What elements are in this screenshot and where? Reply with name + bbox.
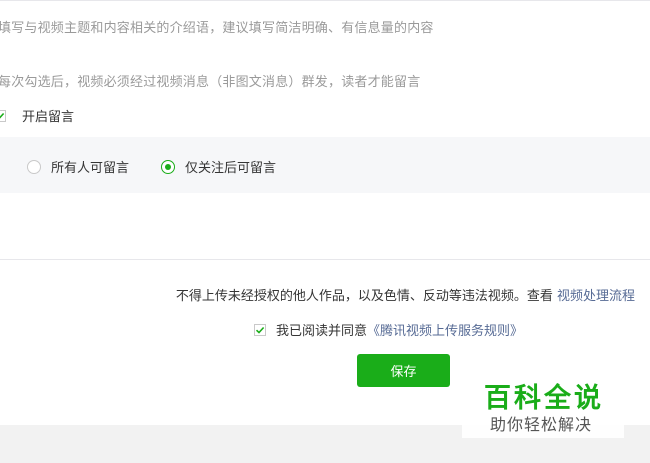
copyright-notice: 不得上传未经授权的他人作品，以及色情、反动等违法视频。查看 视频处理流程: [176, 285, 635, 304]
agreement-checkbox[interactable]: 我已阅读并同意《腾讯视频上传服务规则》: [254, 320, 523, 339]
save-button[interactable]: 保存: [357, 354, 450, 387]
watermark-logo: 百科全说 助你轻松解决: [462, 368, 624, 438]
radio-followers-comment[interactable]: 仅关注后可留言: [161, 157, 276, 176]
check-icon[interactable]: [254, 323, 266, 336]
radio-everyone-label: 所有人可留言: [51, 161, 130, 176]
top-border: [0, 0, 650, 1]
agreement-text: 我已阅读并同意: [276, 324, 368, 339]
comment-scope-panel: 所有人可留言 仅关注后可留言: [0, 137, 650, 193]
enable-comment-label: 开启留言: [22, 110, 75, 125]
check-icon[interactable]: [0, 109, 6, 122]
radio-followers-label: 仅关注后可留言: [185, 161, 277, 176]
radio-selected-icon[interactable]: [161, 159, 175, 174]
section-divider: [0, 259, 650, 260]
watermark-title: 百科全说: [484, 383, 604, 414]
radio-everyone-comment[interactable]: 所有人可留言: [27, 157, 129, 176]
intro-hint: 填写与视频主题和内容相关的介绍语，建议填写简洁明确、有信息量的内容: [0, 21, 434, 36]
mass-send-hint: 每次勾选后，视频必须经过视频消息（非图文消息）群发，读者才能留言: [0, 75, 421, 90]
radio-empty-icon[interactable]: [27, 159, 41, 174]
watermark-subtitle: 助你轻松解决: [490, 415, 593, 434]
notice-text: 不得上传未经授权的他人作品，以及色情、反动等违法视频。查看: [175, 289, 553, 304]
enable-comment-checkbox[interactable]: 开启留言: [0, 106, 74, 125]
service-rules-link[interactable]: 《腾讯视频上传服务规则》: [367, 324, 523, 339]
video-process-link[interactable]: 视频处理流程: [557, 289, 635, 304]
agreement-label: 我已阅读并同意《腾讯视频上传服务规则》: [276, 320, 523, 339]
